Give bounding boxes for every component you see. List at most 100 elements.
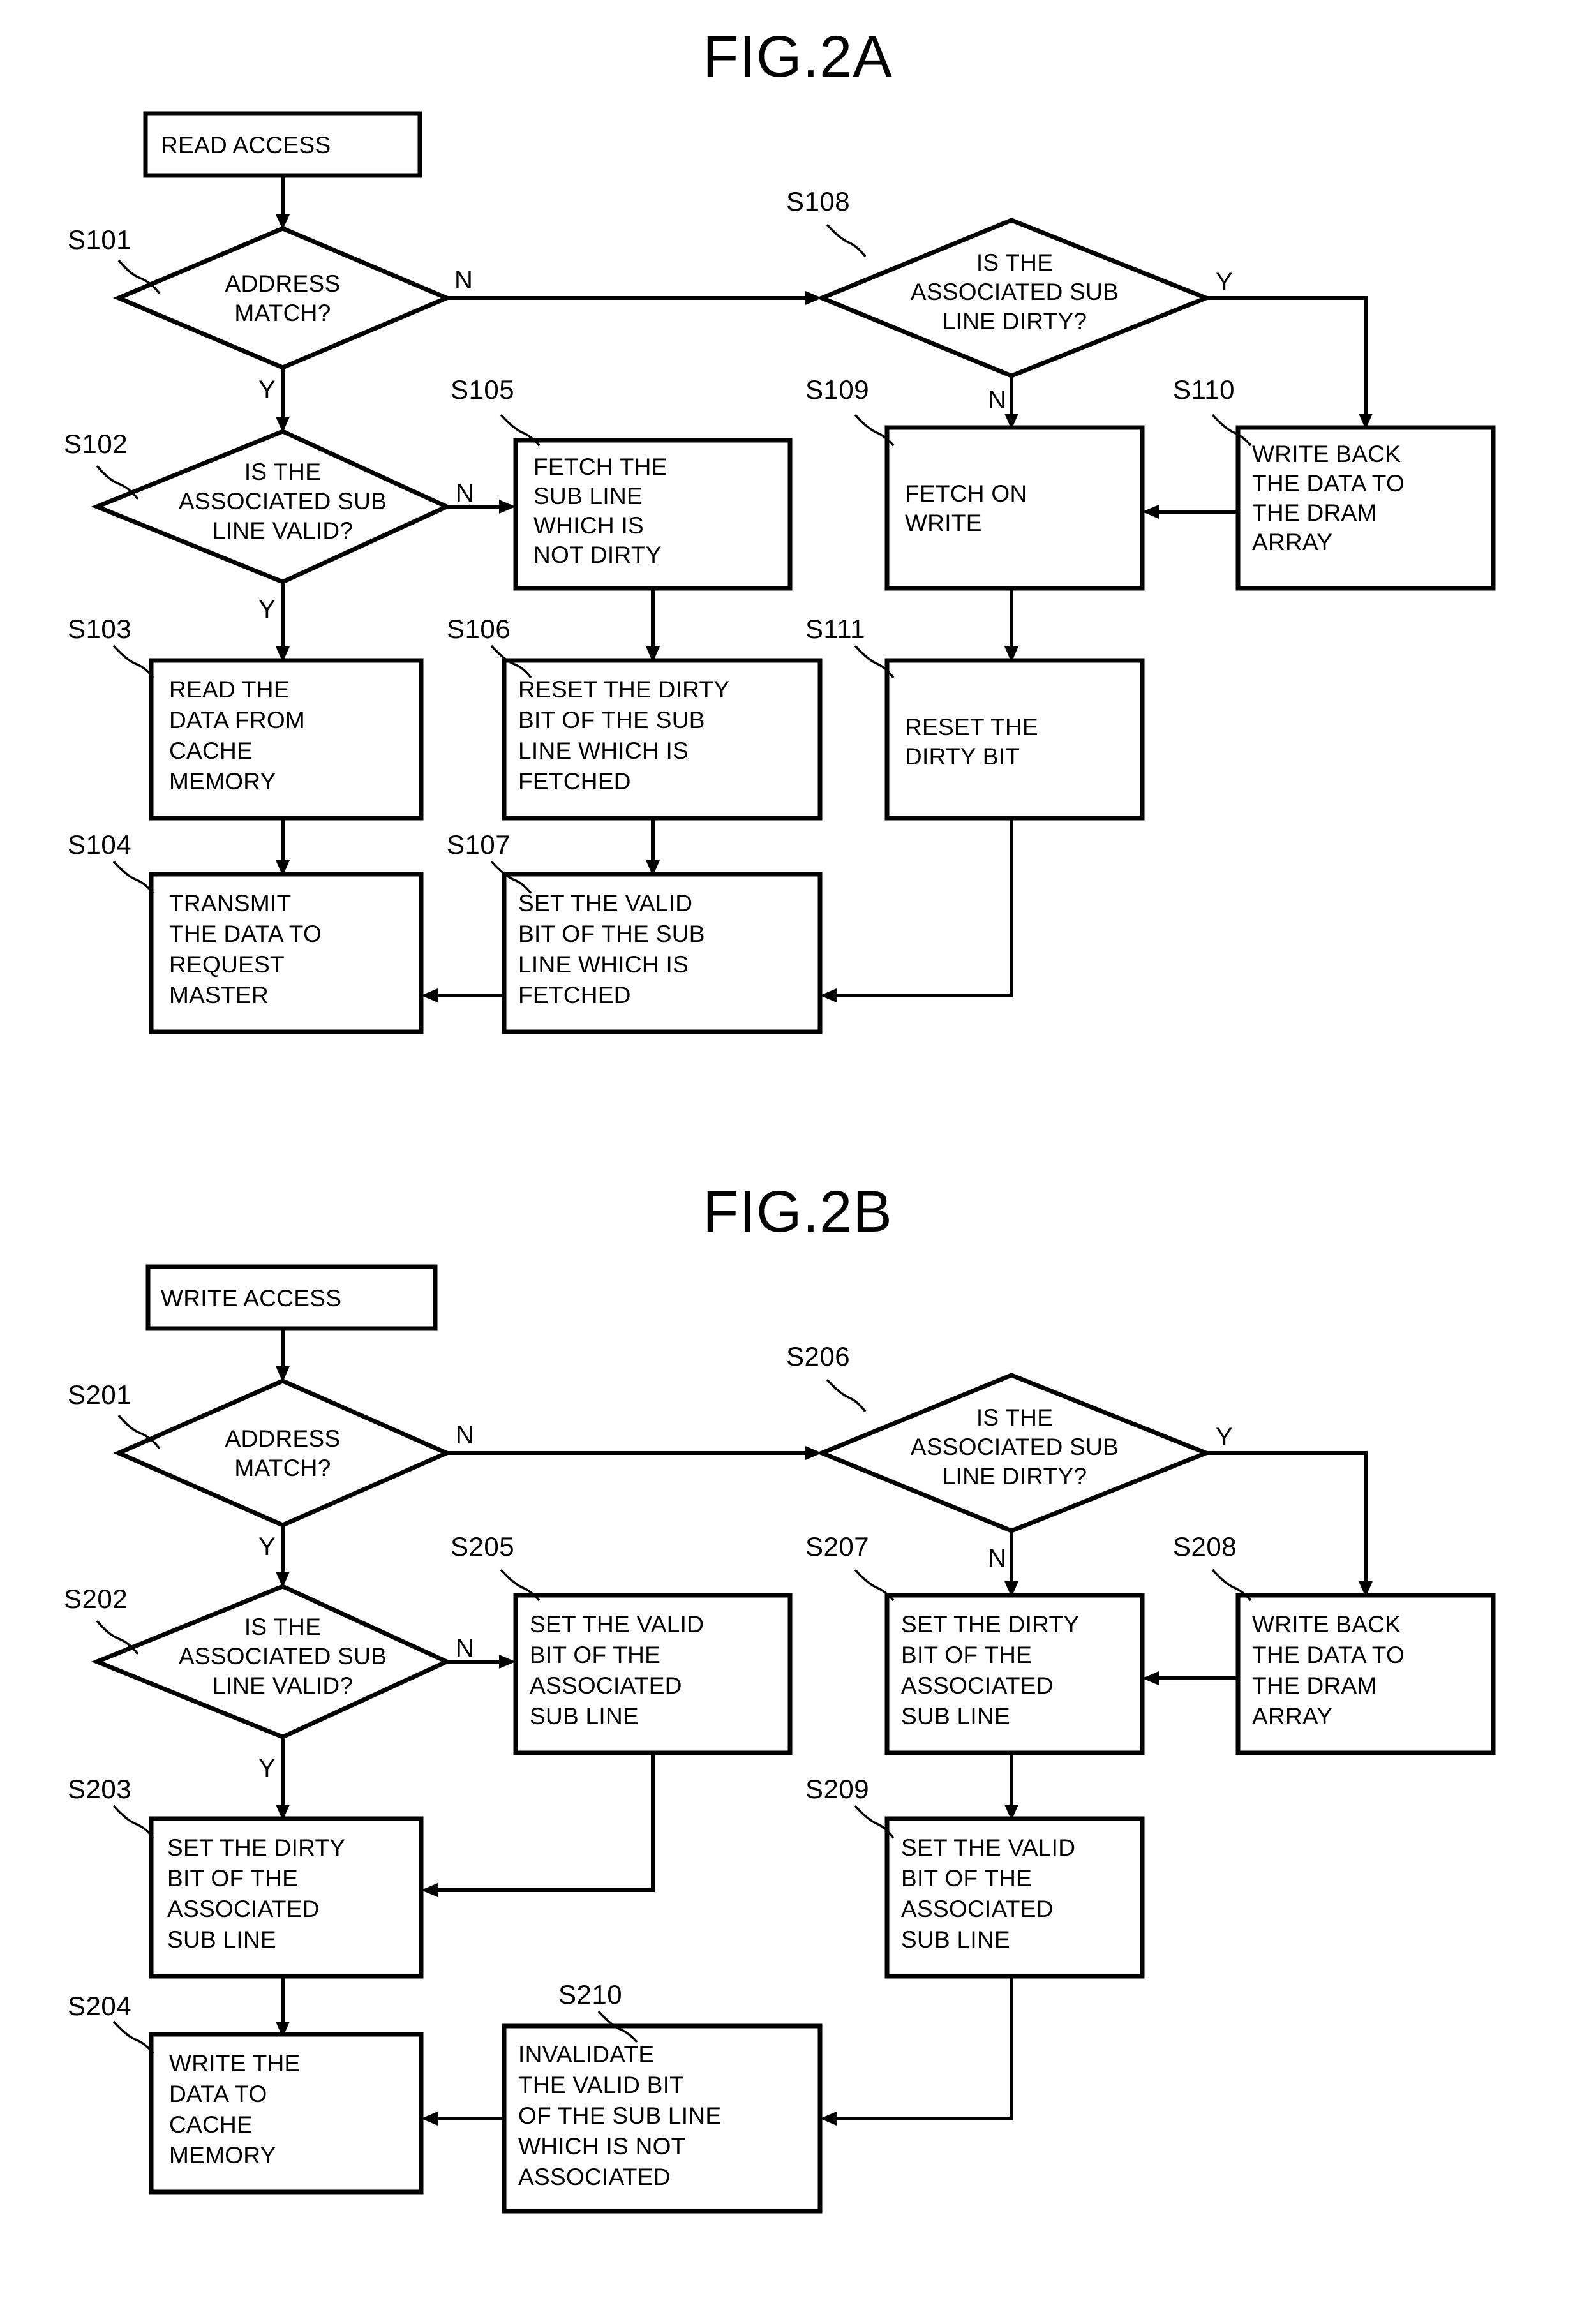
leader-s104 [112, 860, 154, 895]
node-s201-line-2: MATCH? [234, 1455, 331, 1481]
leader-s103 [112, 645, 154, 679]
node-s204-line-2: DATA TO [169, 2081, 267, 2107]
node-s210-line-1: INVALIDATE [518, 2041, 654, 2068]
step-ref-s104: S104 [68, 830, 131, 860]
node-s205-line-3: ASSOCIATED [530, 1673, 682, 1699]
leader-s207 [854, 1569, 895, 1602]
branch-label-s102-n: N [456, 479, 474, 507]
step-ref-s209: S209 [805, 1774, 869, 1804]
branch-label-s201-n: N [456, 1421, 474, 1449]
node-s109-line-2: WRITE [905, 510, 982, 536]
node-s108-line-1: IS THE [976, 250, 1053, 276]
figure-2b-title: FIG.2B [703, 1179, 892, 1244]
node-s107-line-1: SET THE VALID [518, 890, 692, 916]
node-s105-line-2: SUB LINE [533, 483, 643, 509]
node-s207-line-4: SUB LINE [901, 1703, 1010, 1729]
arrowhead [820, 988, 837, 1002]
node-s109-fetch-on-write[interactable] [884, 425, 1145, 591]
node-s207-line-2: BIT OF THE [901, 1642, 1032, 1668]
node-s205-line-1: SET THE VALID [530, 1611, 704, 1637]
node-s203-line-4: SUB LINE [167, 1926, 276, 1953]
step-ref-s101: S101 [68, 225, 131, 255]
node-s208-line-2: THE DATA TO [1252, 1642, 1405, 1668]
step-ref-s106: S106 [447, 614, 511, 644]
node-s110-line-1: WRITE BACK [1252, 441, 1401, 467]
node-s107-line-2: BIT OF THE SUB [518, 921, 705, 947]
node-s106-line-4: FETCHED [518, 768, 631, 794]
node-s111-line-2: DIRTY BIT [905, 743, 1020, 770]
branch-label-s108-y: Y [1216, 268, 1233, 296]
arrowhead [820, 2112, 837, 2126]
arrowhead [499, 1655, 516, 1669]
node-read-access-label: READ ACCESS [161, 132, 331, 158]
step-ref-s201: S201 [68, 1380, 131, 1410]
node-s206-line-1: IS THE [976, 1405, 1053, 1431]
node-s103-line-4: MEMORY [169, 768, 276, 794]
node-s202-line-1: IS THE [244, 1614, 321, 1640]
node-s203-line-1: SET THE DIRTY [167, 1835, 345, 1861]
node-s208-line-3: THE DRAM [1252, 1673, 1377, 1699]
node-s206-line-2: ASSOCIATED SUB [911, 1434, 1119, 1460]
node-s105-line-3: WHICH IS [533, 512, 644, 539]
node-s103-line-3: CACHE [169, 738, 253, 764]
arrowhead [1142, 1671, 1159, 1685]
node-s201-address-match[interactable] [113, 1378, 452, 1528]
step-ref-s206: S206 [786, 1341, 850, 1371]
node-s209-line-4: SUB LINE [901, 1926, 1010, 1953]
node-write-access-label: WRITE ACCESS [161, 1285, 341, 1311]
step-ref-s102: S102 [64, 429, 128, 459]
leader-s203 [112, 1805, 154, 1839]
edge-s209-to-s210 [832, 1976, 1013, 2120]
leader-s206 [826, 1378, 867, 1413]
node-s110-line-4: ARRAY [1252, 529, 1332, 555]
node-s204-line-1: WRITE THE [169, 2050, 301, 2076]
step-ref-s207: S207 [805, 1531, 869, 1561]
node-s104-line-2: THE DATA TO [169, 921, 322, 947]
branch-label-s101-n: N [454, 266, 473, 294]
node-s103-line-1: READ THE [169, 676, 290, 703]
node-s207-line-1: SET THE DIRTY [901, 1611, 1079, 1637]
leader-s208 [1211, 1569, 1252, 1602]
node-s202-line-3: LINE VALID? [213, 1673, 354, 1699]
node-s102-line-1: IS THE [244, 459, 321, 485]
node-s107-line-3: LINE WHICH IS [518, 951, 689, 978]
node-s201-line-1: ADDRESS [225, 1426, 341, 1452]
edge-s111-to-s107 [832, 818, 1013, 997]
node-s202-line-2: ASSOCIATED SUB [179, 1643, 387, 1669]
node-s209-line-2: BIT OF THE [901, 1865, 1032, 1891]
step-ref-s107: S107 [447, 830, 511, 860]
node-s105-line-4: NOT DIRTY [533, 542, 662, 568]
branch-label-s202-n: N [456, 1634, 474, 1662]
node-s102-line-2: ASSOCIATED SUB [179, 488, 387, 514]
step-ref-s208: S208 [1173, 1531, 1237, 1561]
node-s109-line-1: FETCH ON [905, 481, 1027, 507]
edge-s206-y-to-s208 [1206, 1451, 1368, 1586]
node-s104-line-1: TRANSMIT [169, 890, 292, 916]
node-s203-line-2: BIT OF THE [167, 1865, 298, 1891]
step-ref-s203: S203 [68, 1774, 131, 1804]
node-s205-line-4: SUB LINE [530, 1703, 639, 1729]
node-s108-line-3: LINE DIRTY? [943, 308, 1087, 334]
node-s101-line-2: MATCH? [234, 300, 331, 326]
branch-label-s201-y: Y [258, 1533, 276, 1561]
node-s210-line-3: OF THE SUB LINE [518, 2103, 721, 2129]
branch-label-s108-n: N [988, 386, 1006, 414]
node-s108-line-2: ASSOCIATED SUB [911, 279, 1119, 305]
node-s104-line-4: MASTER [169, 982, 269, 1008]
step-ref-s204: S204 [68, 1991, 131, 2021]
node-s101-address-match[interactable] [113, 226, 452, 370]
node-s205-line-2: BIT OF THE [530, 1642, 660, 1668]
step-ref-s105: S105 [451, 375, 514, 405]
branch-label-s202-y: Y [258, 1754, 276, 1782]
step-ref-s108: S108 [786, 186, 850, 216]
step-ref-s202: S202 [64, 1584, 128, 1614]
arrowhead [421, 2112, 438, 2126]
node-s103-line-2: DATA FROM [169, 707, 305, 733]
node-s208-line-1: WRITE BACK [1252, 1611, 1401, 1637]
step-ref-s111: S111 [805, 614, 865, 644]
arrowhead [421, 1883, 438, 1897]
leader-s204 [112, 2020, 154, 2055]
arrowhead [421, 988, 438, 1002]
patent-figure-sheet: FIG.2A READ ACCESS ADDRESS MATCH? S101 N… [0, 0, 1596, 2310]
figure-2b: FIG.2B WRITE ACCESS ADDRESS MATCH? S201 … [64, 1179, 1496, 2214]
